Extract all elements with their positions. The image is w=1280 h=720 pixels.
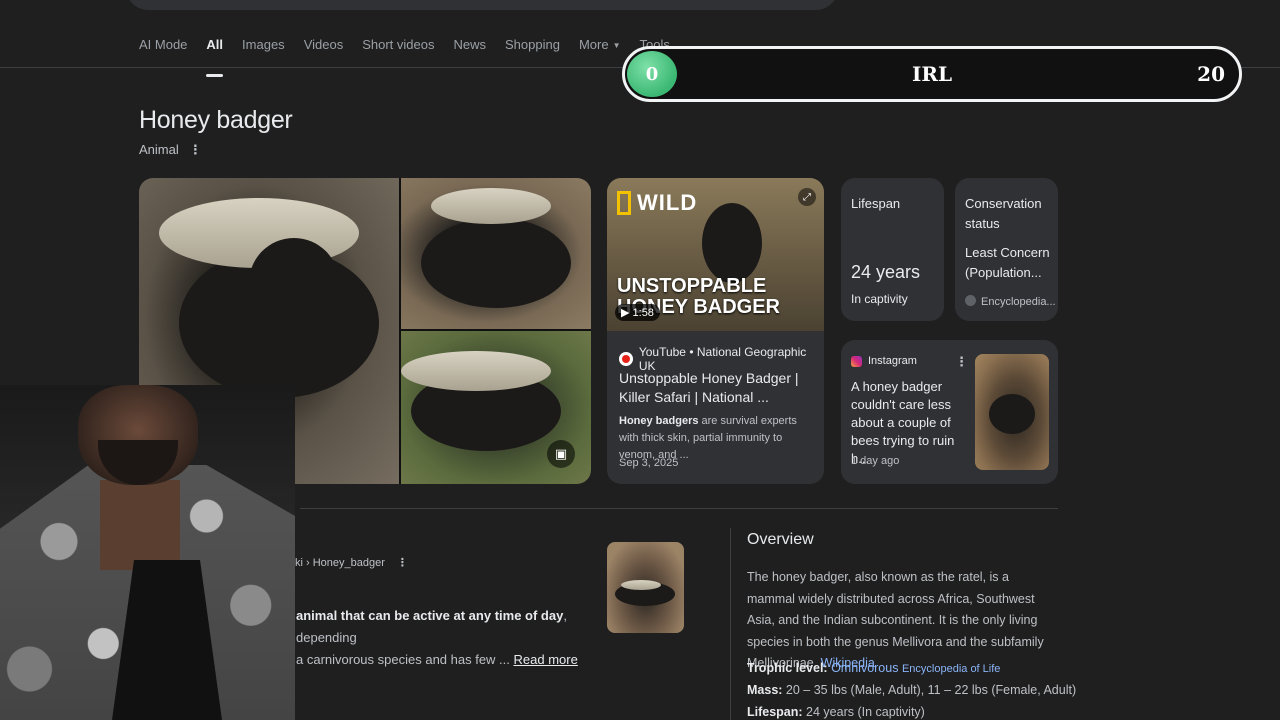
section-divider (300, 508, 1058, 509)
snippet-text-line2: a carnivorous species and has few ... (296, 652, 514, 667)
gallery-icon[interactable]: ▣ (547, 440, 575, 468)
wiki-thumbnail[interactable] (607, 542, 684, 633)
expand-icon[interactable]: ⤢ (798, 188, 816, 206)
fact-source: Encyclopedia... (965, 295, 1056, 308)
instagram-icon (851, 355, 862, 367)
fact-card-lifespan[interactable]: Lifespan 24 years In captivity (841, 178, 944, 321)
instagram-result-card[interactable]: Instagram ⋮ A honey badger couldn't care… (841, 340, 1058, 484)
tab-ai-mode[interactable]: AI Mode (139, 37, 187, 67)
tab-shopping[interactable]: Shopping (505, 37, 560, 67)
trophic-source-link[interactable]: Encyclopedia of Life (902, 663, 1000, 675)
knowledge-panel-title: Honey badger (139, 106, 293, 134)
fact-value: Least Concern (Population... (965, 245, 1050, 280)
trophic-value-link[interactable]: Omnivorous (831, 661, 898, 675)
youtube-icon (619, 352, 633, 366)
more-options-icon[interactable]: ⋮ (955, 354, 968, 370)
fact-label: Conservation status (965, 196, 1042, 231)
tab-more-label: More (578, 37, 609, 52)
tab-images[interactable]: Images (242, 37, 285, 67)
instagram-thumbnail[interactable] (975, 354, 1049, 470)
globe-icon (965, 295, 976, 306)
wiki-breadcrumb[interactable]: ki › Honey_badger ⋮ (295, 556, 408, 569)
streamer-neck (100, 480, 180, 570)
badger-image-bottom-right[interactable]: ▣ (401, 331, 591, 484)
video-title[interactable]: Unstoppable Honey Badger | Killer Safari… (619, 369, 817, 407)
tab-news[interactable]: News (453, 37, 486, 67)
progress-label: IRL (911, 62, 953, 86)
overview-text: The honey badger, also known as the rate… (747, 567, 1057, 675)
entity-type: Animal (139, 142, 179, 157)
fact-source-label: Encyclopedia... (981, 296, 1056, 308)
fact-label: Lifespan (851, 196, 901, 211)
search-bar[interactable] (126, 0, 838, 10)
webcam-overlay (0, 385, 295, 720)
fact-row-lifespan: Lifespan: 24 years (In captivity) (747, 705, 925, 719)
overview-title: Overview (747, 531, 814, 548)
chevron-down-icon: ▼ (612, 41, 621, 51)
tab-all[interactable]: All (206, 37, 223, 77)
fact-card-conservation[interactable]: Conservation status Least Concern (Popul… (955, 178, 1058, 321)
instagram-date: 1 day ago (851, 455, 900, 467)
read-more-link[interactable]: Read more (514, 652, 578, 667)
video-date: Sep 3, 2025 (619, 457, 679, 469)
more-options-icon[interactable]: ⋮ (189, 142, 202, 157)
progress-max-value: 20 (1197, 62, 1225, 86)
snippet-bold: Honey badgers (619, 415, 699, 427)
badger-image-top-right[interactable] (401, 178, 591, 329)
duration-value: 1:58 (632, 307, 654, 319)
wiki-snippet: animal that can be active at any time of… (296, 605, 596, 671)
tab-more[interactable]: More ▼ (579, 37, 621, 67)
instagram-source-label: Instagram (868, 355, 917, 367)
overview-body: The honey badger, also known as the rate… (747, 570, 1044, 670)
fact-row-label: Lifespan: (747, 705, 803, 719)
search-tabs: AI Mode All Images Videos Short videos N… (139, 37, 689, 77)
fact-value: 24 years (851, 262, 921, 282)
irl-progress-overlay: 0 IRL 20 (622, 46, 1242, 102)
fact-row-label: Trophic level: (747, 661, 828, 675)
fact-row-trophic: Trophic level: Omnivorous Encyclopedia o… (747, 661, 1000, 675)
instagram-source: Instagram (851, 355, 917, 367)
column-divider (730, 528, 731, 720)
fact-row-mass: Mass: 20 – 35 lbs (Male, Adult), 11 – 22… (747, 683, 1076, 697)
fact-row-value: 20 – 35 lbs (Male, Adult), 11 – 22 lbs (… (782, 683, 1077, 697)
nat-geo-wild-logo: WILD (617, 190, 697, 216)
video-duration: ▶ 1:58 (615, 304, 660, 321)
breadcrumb-text: ki › Honey_badger (295, 557, 385, 569)
fact-row-label: Mass: (747, 683, 783, 697)
snippet-bold: animal that can be active at any time of… (296, 608, 564, 623)
knowledge-panel-subtitle: Animal ⋮ (139, 142, 202, 158)
fact-row-value: 24 years (In captivity) (802, 705, 925, 719)
video-thumbnail[interactable]: WILD ⤢ UNSTOPPABLE HONEY BADGER ▶ 1:58 (607, 178, 824, 331)
more-options-icon[interactable]: ⋮ (397, 557, 408, 569)
tab-short-videos[interactable]: Short videos (362, 37, 434, 67)
tab-videos[interactable]: Videos (304, 37, 344, 67)
brand-name: WILD (637, 190, 698, 215)
video-result-card[interactable]: WILD ⤢ UNSTOPPABLE HONEY BADGER ▶ 1:58 Y… (607, 178, 824, 484)
fact-note: In captivity (851, 292, 908, 306)
